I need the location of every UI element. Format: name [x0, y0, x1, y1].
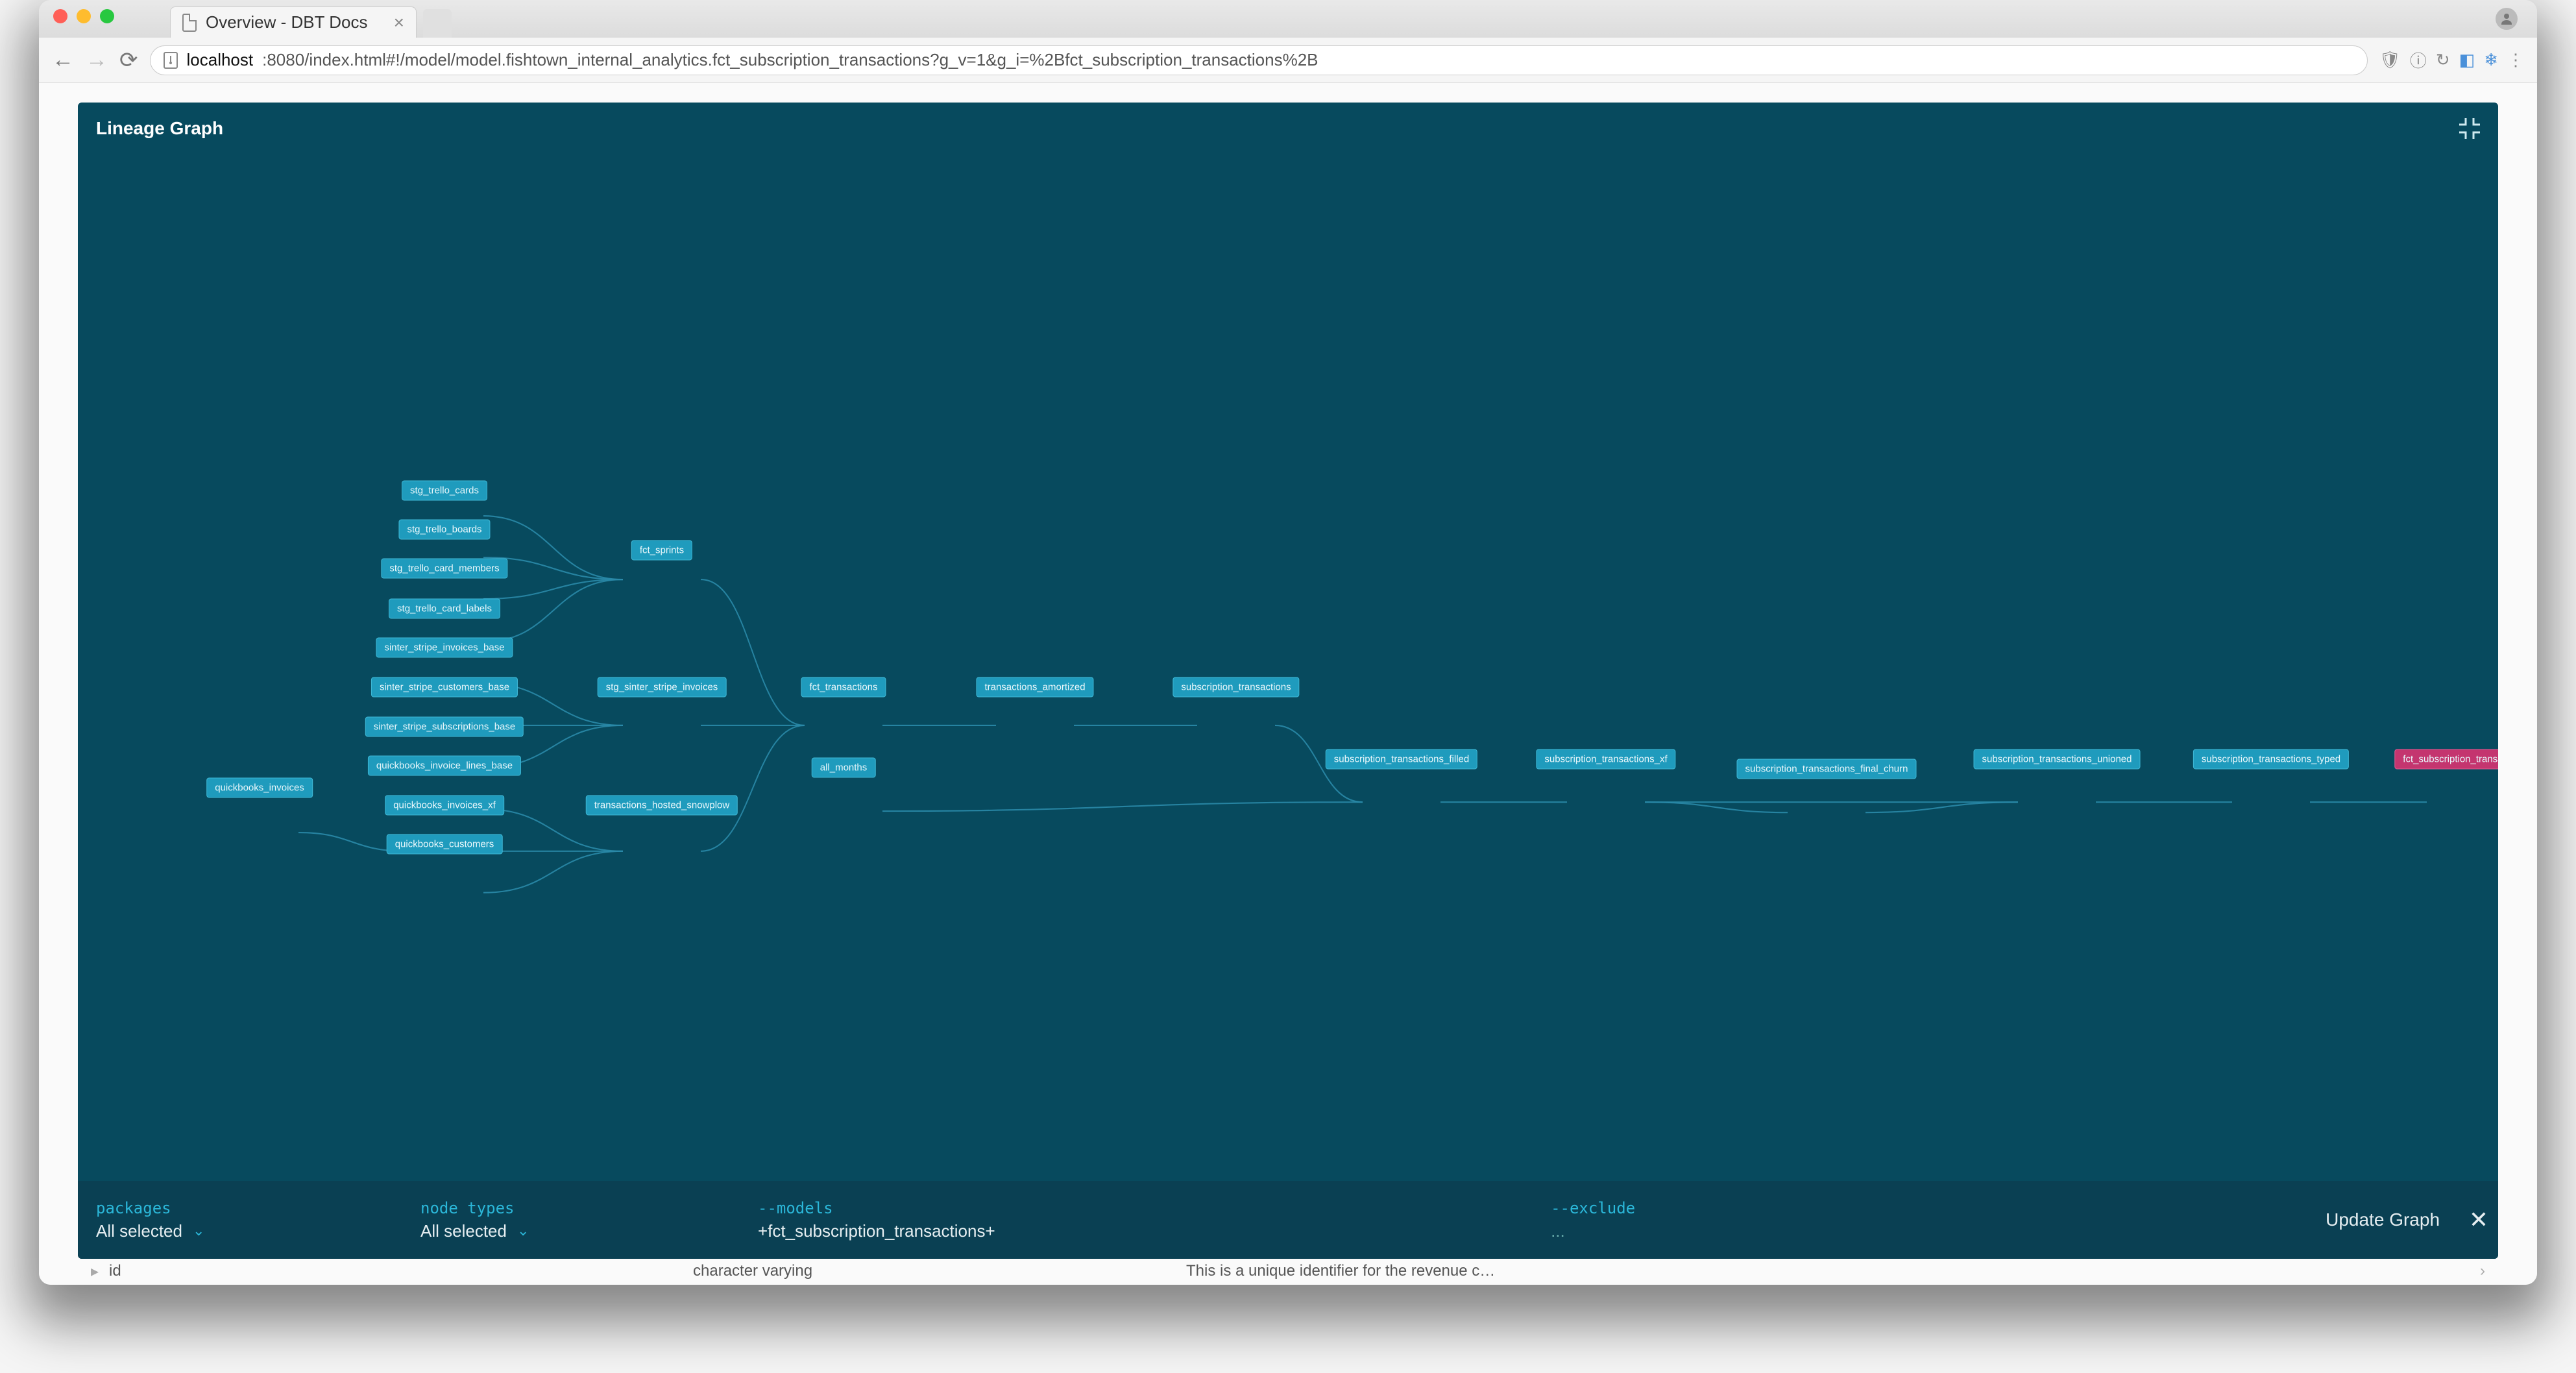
- packages-filter[interactable]: packages All selected ⌄: [78, 1181, 402, 1259]
- cube-extension-icon[interactable]: ◧: [2459, 50, 2475, 70]
- bg-col-desc: This is a unique identifier for the reve…: [1186, 1262, 1495, 1280]
- profile-avatar[interactable]: [2496, 8, 2518, 30]
- graph-node[interactable]: quickbooks_invoices: [206, 778, 313, 798]
- graph-node[interactable]: quickbooks_customers: [387, 834, 503, 855]
- page-icon: [182, 14, 197, 32]
- maximize-window-button[interactable]: [100, 9, 114, 23]
- browser-viewport: ▸ id character varying This is a unique …: [39, 83, 2537, 1285]
- graph-canvas[interactable]: quickbooks_invoices stg_trello_cards stg_t…: [78, 103, 2498, 1181]
- chevron-down-icon: ⌄: [193, 1222, 204, 1239]
- graph-node[interactable]: stg_trello_card_labels: [389, 599, 500, 619]
- graph-node[interactable]: transactions_amortized: [976, 677, 1093, 698]
- graph-node[interactable]: subscription_transactions_typed: [2193, 749, 2349, 770]
- new-tab-button[interactable]: [423, 9, 452, 38]
- graph-node[interactable]: stg_trello_boards: [398, 520, 490, 540]
- packages-label: packages: [96, 1199, 384, 1217]
- exclude-filter[interactable]: --exclude ...: [1533, 1181, 2326, 1259]
- minimize-window-button[interactable]: [77, 9, 91, 23]
- graph-node[interactable]: quickbooks_invoices_xf: [385, 796, 504, 816]
- graph-node[interactable]: quickbooks_invoice_lines_base: [368, 756, 521, 776]
- graph-node[interactable]: subscription_transactions_unioned: [1974, 749, 2141, 770]
- tab-title: Overview - DBT Docs: [206, 12, 367, 32]
- graph-node[interactable]: subscription_transactions_final_churn: [1737, 759, 1917, 779]
- graph-node[interactable]: stg_trello_cards: [402, 481, 487, 501]
- bg-col-name: id: [109, 1262, 693, 1280]
- info-extension-icon[interactable]: ⓘ: [2410, 48, 2427, 72]
- nodetypes-value: All selected: [420, 1221, 507, 1241]
- browser-title-bar: Overview - DBT Docs ×: [39, 0, 2537, 38]
- graph-node[interactable]: sinter_stripe_invoices_base: [376, 638, 513, 658]
- graph-node[interactable]: transactions_hosted_snowplow: [586, 796, 738, 816]
- exclude-label: --exclude: [1551, 1199, 2307, 1217]
- graph-node[interactable]: subscription_transactions_xf: [1536, 749, 1675, 770]
- forward-button[interactable]: →: [86, 47, 108, 73]
- models-label: --models: [758, 1199, 1514, 1217]
- models-value: +fct_subscription_transactions+: [758, 1221, 995, 1241]
- close-tab-icon[interactable]: ×: [394, 12, 404, 33]
- url-host: localhost: [187, 50, 254, 70]
- lineage-graph-panel: Lineage Graph quickbooks_invoicesstg_tre…: [78, 103, 2498, 1259]
- background-table-row: ▸ id character varying This is a unique …: [39, 1256, 2537, 1285]
- close-window-button[interactable]: [53, 9, 67, 23]
- chevron-down-icon: ⌄: [517, 1222, 529, 1239]
- graph-node[interactable]: sinter_stripe_subscriptions_base: [365, 717, 524, 737]
- graph-node[interactable]: fct_subscription_transactions: [2394, 749, 2498, 770]
- graph-node[interactable]: subscription_transactions: [1173, 677, 1299, 698]
- menu-icon[interactable]: ⋮: [2507, 50, 2524, 70]
- exclude-value: ...: [1551, 1221, 1565, 1241]
- reload-button[interactable]: ⟳: [119, 47, 138, 73]
- update-graph-button[interactable]: Update Graph: [2326, 1209, 2459, 1230]
- graph-node[interactable]: subscription_transactions_filled: [1326, 749, 1477, 770]
- graph-node[interactable]: all_months: [812, 758, 876, 778]
- browser-toolbar: ← → ⟳ localhost :8080/index.html#!/model/…: [39, 38, 2537, 83]
- graph-node[interactable]: fct_sprints: [631, 541, 692, 561]
- back-button[interactable]: ←: [52, 47, 74, 73]
- address-bar[interactable]: localhost :8080/index.html#!/model/model.…: [150, 45, 2368, 75]
- sync-extension-icon[interactable]: ↻: [2436, 50, 2450, 70]
- url-path: :8080/index.html#!/model/model.fishtown_…: [262, 50, 1318, 70]
- extension-icons: 🛡 ⓘ ↻ ◧ ❄ ⋮: [2379, 48, 2524, 72]
- packages-value: All selected: [96, 1221, 182, 1241]
- nodetypes-label: node types: [420, 1199, 722, 1217]
- nodetypes-filter[interactable]: node types All selected ⌄: [402, 1181, 740, 1259]
- graph-node[interactable]: stg_trello_card_members: [381, 559, 507, 579]
- models-filter[interactable]: --models +fct_subscription_transactions+: [740, 1181, 1533, 1259]
- window-controls: [53, 9, 114, 23]
- graph-node[interactable]: stg_sinter_stripe_invoices: [598, 677, 727, 698]
- close-lineage-button[interactable]: ✕: [2459, 1206, 2498, 1233]
- snowflake-extension-icon[interactable]: ❄: [2484, 50, 2498, 70]
- bg-col-type: character varying: [693, 1262, 1186, 1280]
- graph-node[interactable]: sinter_stripe_customers_base: [371, 677, 518, 698]
- shield-extension-icon[interactable]: 🛡: [2379, 50, 2401, 70]
- lineage-footer: packages All selected ⌄ node types All se…: [78, 1181, 2498, 1259]
- graph-node[interactable]: fct_transactions: [801, 677, 886, 698]
- insecure-icon: [164, 52, 178, 69]
- browser-tab[interactable]: Overview - DBT Docs ×: [170, 6, 417, 38]
